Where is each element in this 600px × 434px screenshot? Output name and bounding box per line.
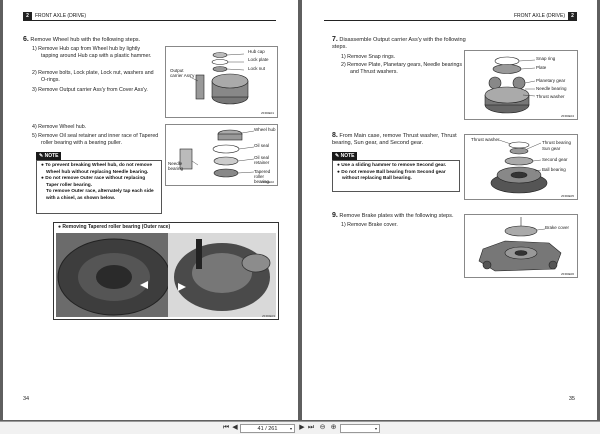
header-title: FRONT AXLE (DRIVE) [35,13,87,19]
figure-code: ZFR0E03 [262,314,275,318]
right-page: FRONT AXLE (DRIVE) 2 7. Disassemble Outpu… [302,0,597,420]
step-title: Remove Brake plates with the following s… [339,213,454,219]
note-bullet: ● To prevent breaking Wheel hub, do not … [41,163,153,175]
fig-label: Wheel hub [254,127,276,132]
substep: 5) Remove Oil seal retainer and inner ra… [32,133,159,146]
chapter-badge: 2 [568,12,577,20]
step-title: Remove Wheel hub with the following step… [30,37,141,43]
chapter-badge: 2 [23,12,32,20]
fig-label: Lock plate [248,57,269,62]
figure-code: ZFR0E01 [261,111,274,115]
figure-photo: ● Removing Tapered roller bearing (Outer… [53,222,279,320]
substep: 1) Remove Snap rings. [341,54,396,60]
figure-brake-cover: Brake cover ZFR0E06 [464,214,578,278]
page-number-input[interactable]: 41 / 261 ▾ [240,424,295,433]
fig-label: Thrust bearing [542,140,572,145]
figure-code: ZFR0E05 [561,194,574,198]
photo-caption: ● Removing Tapered roller bearing (Outer… [58,224,171,230]
note-label: ✎ NOTE [332,152,358,160]
output-carrier-diagram [484,56,536,114]
fig-label: Second gear [542,157,568,162]
last-page-icon[interactable]: ⏭ [307,423,315,433]
zoom-select[interactable]: ▾ [340,424,380,433]
fig-label: Plate [536,65,547,70]
fig-label: Lock nut [248,66,266,71]
figure-code: ZFR0E06 [561,272,574,276]
substep: 1) Remove Brake cover. [341,222,398,228]
chevron-down-icon: ▾ [374,426,377,431]
chevron-down-icon: ▾ [289,426,292,431]
note-box: ● Use a sliding hammer to remove Second … [332,160,460,192]
step-title: From Main case, remove Thrust washer, Th… [332,133,457,147]
figure-wheel-hub: Wheel hub Oil seal Oil seal retainer Nee… [165,124,278,186]
page-number: 34 [23,396,30,402]
substep: 1) Remove Hub cap from Wheel hub by ligh… [32,46,152,59]
fig-label: Hub cap [248,49,265,54]
note-label: ✎ NOTE [36,152,62,160]
substep: 2) Remove Plate, Planetary gears, Needle… [341,62,463,75]
fig-label: Sun gear [542,146,561,151]
step-6: 6. Remove Wheel hub with the following s… [23,36,173,44]
fig-label: Planetary gear [536,78,566,83]
left-page: 2 FRONT AXLE (DRIVE) 6. Remove Wheel hub … [3,0,298,420]
figure-main-case: Thrust washer Thrust bearing Sun gear Se… [464,134,578,200]
figure-hub-disassembly: Hub cap Lock plate Lock nut Output carri… [165,46,278,118]
note-text: To remove Outer race, alternately tap ea… [46,189,154,201]
fig-label: Oil seal [254,143,270,148]
figure-output-carrier: Snap ring Plate Planetary gear Needle be… [464,50,578,120]
fig-label: Brake cover [545,225,570,230]
viewer-toolbar: ⏮ ◀ 41 / 261 ▾ ▶ ⏭ ⊖ ⊕ ▾ [0,421,600,434]
step-title: Disassemble Output carrier Ass'y with th… [332,37,466,51]
header-title: FRONT AXLE (DRIVE) [513,13,565,19]
fig-label: Thrust washer [471,137,500,142]
figure-code: ZFR0E04 [561,114,574,118]
fig-label: Thrust washer [536,94,565,99]
bearing-removal-photo [56,233,276,317]
note-box: ● To prevent breaking Wheel hub, do not … [36,160,162,214]
first-page-icon[interactable]: ⏮ [222,423,230,433]
zoom-in-icon[interactable]: ⊕ [329,423,338,433]
page-number: 35 [568,396,575,402]
step-number: 9. [332,212,338,219]
prev-page-icon[interactable]: ◀ [231,423,239,433]
page-header: 2 FRONT AXLE (DRIVE) [23,12,276,21]
step-8: 8. From Main case, remove Thrust washer,… [332,132,468,147]
step-9: 9. Remove Brake plates with the followin… [332,212,468,220]
note-bullet: ● Use a sliding hammer to remove Second … [337,163,447,168]
note-bullet: ● Do not remove Outer race without repla… [41,176,146,188]
fig-label: Output carrier Ass'y [170,68,195,78]
fig-label: Oil seal retainer [254,155,270,165]
next-page-icon[interactable]: ▶ [298,423,306,433]
substep: 2) Remove bolts, Lock plate, Lock nut, w… [32,70,154,83]
figure-code: ZFR0E02 [261,180,274,184]
step-number: 6. [23,36,29,43]
step-number: 8. [332,132,338,139]
fig-label: Needle bearing [536,86,567,91]
substep: 4) Remove Wheel hub. [32,124,87,130]
fig-label: Snap ring [536,56,556,61]
substep: 3) Remove Output carrier Ass'y from Cove… [32,87,148,93]
step-7: 7. Disassemble Output carrier Ass'y with… [332,36,472,51]
page-header: FRONT AXLE (DRIVE) 2 [324,12,577,21]
fig-label: Needle bearing [168,161,184,171]
step-number: 7. [332,36,338,43]
fig-label: Ball bearing [542,167,566,172]
note-bullet: ● Do not remove Ball bearing from Second… [337,169,446,182]
zoom-out-icon[interactable]: ⊖ [318,423,327,433]
